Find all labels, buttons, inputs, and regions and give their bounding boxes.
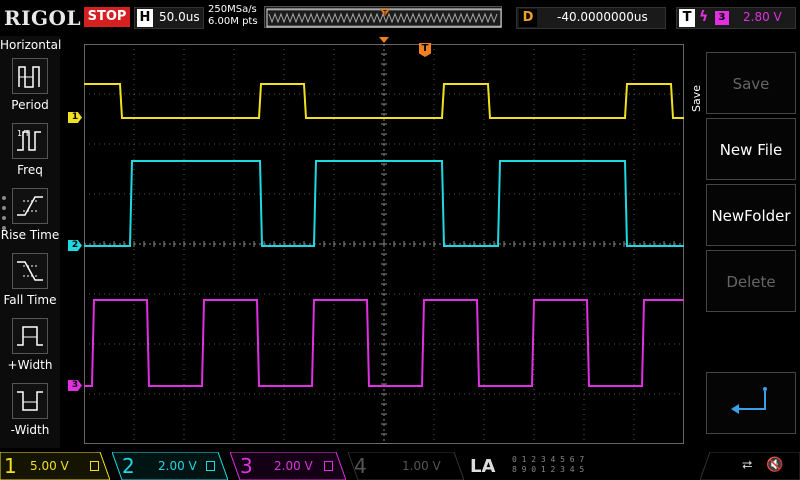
ch1-ground-marker[interactable]: 1 [68, 112, 82, 123]
timeline-waveform: T [266, 8, 502, 28]
memory-depth: 6.00M pts [208, 16, 258, 27]
channel-status-bar: 1 5.00 V 2 2.00 V 3 2.00 V 4 1.00 V LA 0… [0, 452, 800, 480]
ch3-scale: 2.00 V [274, 459, 313, 473]
ch2-number: 2 [122, 454, 135, 478]
horizontal-delay[interactable]: D -40.0000000us [516, 7, 666, 29]
enter-button[interactable] [706, 372, 796, 434]
fall-time-icon [12, 253, 48, 289]
save-menu-title: Save [690, 84, 703, 112]
timebase-value: 50.0us [159, 10, 200, 24]
period-icon [12, 58, 48, 94]
ch2-coupling-icon [206, 461, 215, 471]
ch1-scale: 5.00 V [30, 459, 69, 473]
la-bits-row-1: 0 1 2 3 4 5 6 7 [512, 455, 585, 464]
top-status-bar: RIGOL STOP H 50.0us 250MSa/s 6.00M pts T… [0, 0, 800, 36]
rising-edge-icon: ϟ [699, 9, 709, 25]
new-file-button[interactable]: New File [706, 118, 796, 180]
trigger-letter: T [679, 9, 695, 27]
delay-value: -40.0000000us [557, 10, 648, 24]
speaker-muted-icon[interactable]: 🔇 [766, 457, 783, 473]
positive-width-icon [12, 318, 48, 354]
save-menu: Save Save New File NewFolder Delete [686, 36, 800, 448]
horizontal-timebase[interactable]: H 50.0us [134, 7, 204, 29]
save-button[interactable]: Save [706, 52, 796, 114]
la-label[interactable]: LA [470, 456, 495, 477]
ch3-status[interactable]: 3 2.00 V [230, 452, 346, 480]
waveform-display[interactable] [83, 43, 685, 445]
ch2-scale: 2.00 V [158, 459, 197, 473]
freq-icon: 1/T [12, 123, 48, 159]
rise-time-icon [12, 188, 48, 224]
memory-timeline[interactable]: T [264, 6, 502, 28]
ch4-status[interactable]: 4 1.00 V [348, 452, 464, 480]
ch2-status[interactable]: 2 2.00 V [112, 452, 228, 480]
ch4-scale: 1.00 V [402, 459, 441, 473]
measure-menu: Horizontal Period 1/T Freq Rise Time Fal… [0, 36, 62, 448]
ch3-coupling-icon [324, 461, 333, 471]
run-stop-status[interactable]: STOP [84, 7, 130, 27]
measure-freq[interactable]: 1/T Freq [0, 123, 60, 187]
measure-period-label: Period [11, 98, 49, 112]
measure-positive-width-label: +Width [7, 358, 53, 372]
la-bits-row-2: 8 9 0 1 2 3 4 5 [512, 465, 585, 474]
measure-negative-width[interactable]: -Width [0, 383, 60, 447]
trigger-settings[interactable]: T ϟ 3 2.80 V [676, 7, 796, 29]
svg-text:1/T: 1/T [17, 129, 30, 138]
measure-rise-time-label: Rise Time [0, 228, 60, 242]
new-folder-button[interactable]: NewFolder [706, 184, 796, 246]
trigger-level: 2.80 V [743, 10, 782, 24]
svg-text:T: T [382, 9, 388, 17]
trigger-source: 3 [715, 11, 729, 25]
delay-letter: D [519, 9, 537, 27]
measure-fall-time-label: Fall Time [3, 293, 57, 307]
ch3-number: 3 [240, 454, 253, 478]
measure-freq-label: Freq [17, 163, 43, 177]
measure-period[interactable]: Period [0, 58, 60, 122]
enter-arrow-icon [731, 387, 767, 414]
sample-rate: 250MSa/s [208, 4, 257, 15]
delete-button[interactable]: Delete [706, 250, 796, 312]
ch1-number: 1 [4, 454, 17, 478]
ch2-ground-marker[interactable]: 2 [68, 240, 82, 251]
measure-positive-width[interactable]: +Width [0, 318, 60, 382]
graticule [83, 43, 685, 445]
ch3-waveform [84, 299, 684, 387]
negative-width-icon [12, 383, 48, 419]
la-bits: 0 1 2 3 4 5 6 7 8 9 0 1 2 3 4 5 [512, 455, 584, 475]
ch1-status[interactable]: 1 5.00 V [0, 452, 110, 480]
grid-lines [83, 43, 685, 445]
ch1-coupling-icon [90, 461, 99, 471]
measure-negative-width-label: -Width [10, 423, 50, 437]
trigger-position-arrow-icon [379, 37, 389, 43]
brand-logo: RIGOL [4, 6, 82, 30]
measure-rise-time[interactable]: Rise Time [0, 188, 60, 252]
ch3-ground-marker[interactable]: 3 [68, 380, 82, 391]
menu-title: Horizontal [0, 38, 62, 52]
ch4-number: 4 [354, 454, 367, 478]
horizontal-letter: H [137, 9, 153, 27]
usb-icon: ⮂ [742, 458, 753, 473]
measure-fall-time[interactable]: Fall Time [0, 253, 60, 317]
